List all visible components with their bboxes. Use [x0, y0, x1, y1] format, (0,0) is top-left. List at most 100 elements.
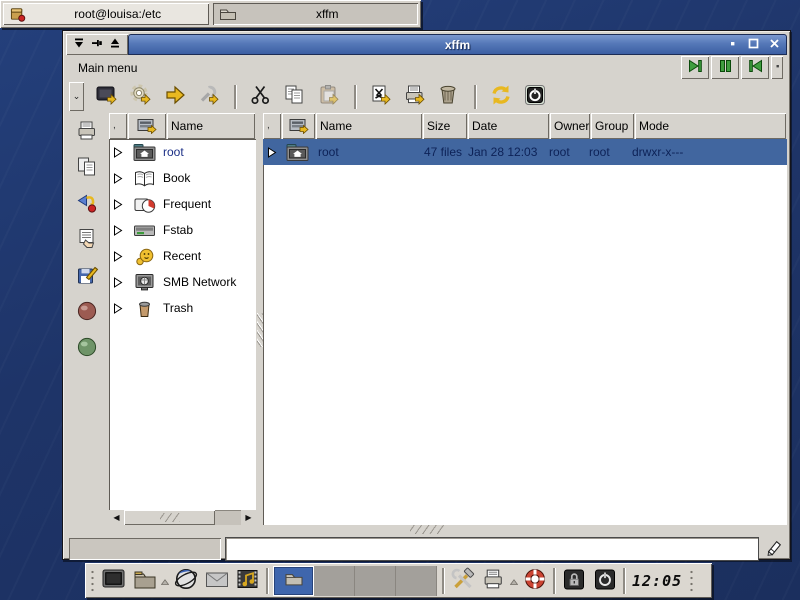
scrollbar-track[interactable] — [215, 510, 241, 525]
tree-item-frequent[interactable]: Frequent — [109, 191, 256, 217]
drive-header-icon — [137, 118, 157, 134]
toolbar-goto-arrow-button[interactable] — [161, 83, 189, 111]
reload-icon — [489, 83, 513, 110]
goto-location-icon — [75, 191, 100, 218]
clear-entry-button[interactable] — [763, 537, 785, 561]
panel-launcher-tools[interactable] — [447, 566, 478, 596]
expander-icon[interactable] — [263, 147, 281, 158]
panel-launcher-power[interactable] — [589, 566, 620, 596]
close-button[interactable] — [768, 39, 780, 51]
expander-icon[interactable] — [109, 277, 127, 288]
expander-icon[interactable] — [109, 147, 127, 158]
toolbar-paste-button[interactable] — [315, 83, 343, 111]
toolbar-settings-button[interactable] — [127, 83, 155, 111]
panel-launcher-terminal[interactable] — [98, 566, 129, 596]
stick-button[interactable] — [90, 38, 104, 52]
titlebar-title-area[interactable]: xffm — [128, 34, 787, 55]
toolbar-scramble-doc-button[interactable] — [367, 83, 395, 111]
maximize-button[interactable] — [747, 39, 759, 51]
network-icon — [127, 273, 161, 292]
taskbar-button-xffm[interactable]: xffm — [213, 3, 419, 25]
panel-handle-grip[interactable] — [688, 568, 695, 594]
toolbar-tools-button[interactable] — [195, 83, 223, 111]
frequent-icon — [127, 195, 161, 214]
panel-clock: 12:05 — [628, 572, 686, 590]
scroll-left-button[interactable]: ◀ — [109, 510, 124, 525]
pause-button[interactable] — [711, 56, 739, 79]
side-printer-button[interactable] — [74, 119, 102, 146]
shade-button[interactable] — [72, 38, 86, 52]
expander-icon[interactable] — [109, 173, 127, 184]
popup-menu-arrow[interactable] — [160, 566, 170, 596]
tree-header-icon-cell[interactable] — [128, 113, 166, 139]
list-header-name[interactable]: Name — [316, 113, 422, 139]
list-header-tick[interactable]: , — [263, 113, 281, 139]
iconify-button[interactable] — [726, 39, 738, 51]
tree-item-book[interactable]: Book — [109, 165, 256, 191]
expander-icon[interactable] — [109, 199, 127, 210]
command-entry[interactable] — [225, 537, 759, 561]
list-header-group[interactable]: Group — [591, 113, 634, 139]
toolbar-reload-button[interactable] — [487, 83, 515, 111]
panel-launcher-lock[interactable] — [558, 566, 589, 596]
side-goto-location-button[interactable] — [74, 191, 102, 218]
tree-header-name[interactable]: Name — [167, 113, 255, 139]
toolbar-power-button[interactable] — [521, 83, 549, 111]
main-menu-item[interactable]: Main menu — [66, 59, 147, 77]
toolbar-trash-button[interactable] — [435, 83, 463, 111]
toolbar-terminal-new-button[interactable] — [93, 83, 121, 111]
skip-forward-button[interactable] — [681, 56, 709, 79]
list-header-icon-cell[interactable] — [282, 113, 315, 139]
taskbar-button-root-louisa--etc[interactable]: root@louisa:/etc — [3, 3, 209, 25]
tree-item-label: Recent — [161, 249, 201, 263]
scrollbar-thumb[interactable] — [124, 510, 215, 525]
panel-launcher-file-manager[interactable] — [129, 566, 160, 596]
list-header-mode[interactable]: Mode — [635, 113, 786, 139]
workspace-2[interactable] — [314, 566, 355, 596]
toolbar-cut-button[interactable] — [247, 83, 275, 111]
tree-item-fstab[interactable]: Fstab — [109, 217, 256, 243]
panel-launcher-mail[interactable] — [201, 566, 232, 596]
panel-launcher-help[interactable] — [519, 566, 550, 596]
panel-launcher-multimedia[interactable] — [232, 566, 263, 596]
panel-launcher-print[interactable] — [478, 566, 509, 596]
workspace-4[interactable] — [396, 566, 437, 596]
toolbar-print-button[interactable] — [401, 83, 429, 111]
toolbar-copy-button[interactable] — [281, 83, 309, 111]
panel-separator — [266, 568, 268, 594]
panel-splitter[interactable] — [256, 113, 263, 525]
panel-launcher-web-browser[interactable] — [170, 566, 201, 596]
tree-item-trash[interactable]: Trash — [109, 295, 256, 321]
workspace-3[interactable] — [355, 566, 396, 596]
side-save-edit-button[interactable] — [74, 263, 102, 290]
popup-menu-arrow[interactable] — [509, 566, 519, 596]
workspace-1[interactable] — [273, 566, 314, 596]
side-duplicate-button[interactable] — [74, 155, 102, 182]
skip-back-button[interactable] — [741, 56, 769, 79]
list-header-owner[interactable]: Owner — [550, 113, 590, 139]
horizontal-resize-grip[interactable] — [66, 525, 787, 534]
tree-item-recent[interactable]: Recent — [109, 243, 256, 269]
tree-header-tick[interactable]: , — [109, 113, 127, 139]
drive-header-icon — [289, 118, 309, 134]
expander-icon[interactable] — [109, 225, 127, 236]
panel-separator — [442, 568, 444, 594]
titlebar[interactable]: xffm — [66, 34, 787, 55]
side-sphere-green-button[interactable] — [74, 335, 102, 362]
list-header-date[interactable]: Date — [468, 113, 549, 139]
side-toolbar — [66, 113, 109, 525]
tree-item-root[interactable]: root — [109, 139, 256, 165]
detach-button[interactable] — [771, 56, 783, 79]
file-row-root[interactable]: root47 filesJan 28 12:03rootrootdrwxr-x-… — [263, 139, 787, 165]
side-select-doc-button[interactable] — [74, 227, 102, 254]
panel-handle-grip[interactable] — [89, 568, 96, 594]
list-header-size[interactable]: Size — [423, 113, 467, 139]
side-sphere-red-button[interactable] — [74, 299, 102, 326]
scroll-right-button[interactable]: ▶ — [241, 510, 256, 525]
skip-forward-icon — [687, 59, 704, 76]
tree-item-smb-network[interactable]: SMB Network — [109, 269, 256, 295]
unshade-button[interactable] — [108, 38, 122, 52]
expander-icon[interactable] — [109, 303, 127, 314]
expander-icon[interactable] — [109, 251, 127, 262]
toolbar-collapse-button[interactable]: ⌄ — [69, 82, 84, 111]
